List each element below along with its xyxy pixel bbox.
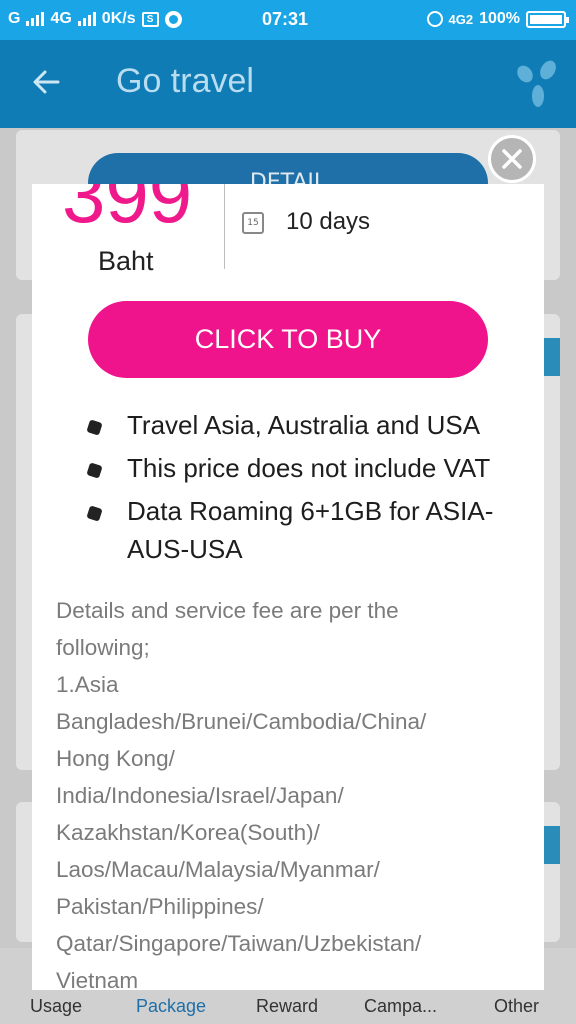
status-right: 4G2 100%: [426, 10, 569, 28]
nav-item-reward[interactable]: Reward: [256, 996, 318, 1017]
details-line: Bangladesh/Brunei/Cambodia/China/: [56, 709, 427, 734]
details-line: following;: [56, 635, 150, 660]
close-dialog-button[interactable]: [488, 135, 536, 183]
arrow-left-icon: [33, 70, 60, 94]
bullet-icon: [86, 419, 103, 436]
status-bar: G 4G 0K/s S 07:31 4G2 100%: [0, 0, 576, 40]
details-line: 1.Asia: [56, 672, 119, 697]
package-price: 399: [62, 184, 193, 239]
feature-item: Data Roaming 6+1GB for ASIA-AUS-USA: [86, 492, 528, 568]
alarm-icon: [426, 11, 443, 27]
package-duration: 10 days: [286, 208, 371, 235]
price-currency: Baht: [98, 246, 154, 276]
status-left: G 4G 0K/s S: [8, 10, 182, 28]
details-line: Kazakhstan/Korea(South)/: [56, 820, 320, 845]
signal-icon: [26, 12, 45, 26]
details-line: India/Indonesia/Israel/Japan/: [56, 783, 344, 808]
back-button[interactable]: [28, 64, 64, 100]
package-thumbnail: [544, 826, 560, 864]
app-bar: Go travel: [0, 40, 576, 128]
details-line: Details and service fee are per the: [56, 598, 399, 623]
close-icon: [502, 149, 522, 169]
divider: [224, 184, 225, 269]
package-thumbnail: [544, 338, 560, 376]
feature-list: Travel Asia, Australia and USA This pric…: [86, 406, 528, 573]
battery-icon: [526, 10, 569, 28]
feature-item: Travel Asia, Australia and USA: [86, 406, 528, 444]
click-to-buy-button[interactable]: CLICK TO BUY: [88, 301, 488, 378]
telenor-logo-icon[interactable]: [514, 58, 562, 110]
bullet-icon: [86, 462, 103, 479]
nav-item-package[interactable]: Package: [136, 996, 206, 1017]
calendar-icon: 15: [242, 212, 264, 234]
details-line: Laos/Macau/Malaysia/Myanmar/: [56, 857, 380, 882]
bullet-icon: [86, 505, 103, 522]
page-title: Go travel: [116, 62, 254, 100]
network-type-label: 4G2: [448, 11, 474, 27]
battery-percent: 100%: [479, 10, 520, 27]
network-speed: 0K/s: [101, 10, 136, 27]
feature-item: This price does not include VAT: [86, 449, 528, 487]
feature-text: This price does not include VAT: [127, 453, 491, 483]
signal-icon: [77, 12, 96, 26]
service-details: Details and service fee are per the foll…: [56, 592, 526, 990]
package-detail-dialog: 399 Baht 15 10 days CLICK TO BUY Travel …: [32, 184, 544, 990]
chrome-icon: [164, 10, 182, 28]
sim-icon: S: [141, 11, 159, 27]
nav-item-campaign[interactable]: Campa...: [364, 996, 437, 1017]
details-line: Vietnam: [56, 968, 139, 990]
feature-text: Travel Asia, Australia and USA: [127, 410, 481, 440]
details-line: Hong Kong/: [56, 746, 175, 771]
nav-item-other[interactable]: Other: [494, 996, 539, 1017]
status-time: 07:31: [262, 9, 309, 29]
network-type-label: 4G: [50, 10, 72, 27]
details-line: Qatar/Singapore/Taiwan/Uzbekistan/: [56, 931, 422, 956]
network-type-label: G: [8, 10, 21, 27]
feature-text: Data Roaming 6+1GB for ASIA-AUS-USA: [127, 496, 494, 564]
nav-item-usage[interactable]: Usage: [30, 996, 82, 1017]
details-line: Pakistan/Philippines/: [56, 894, 264, 919]
